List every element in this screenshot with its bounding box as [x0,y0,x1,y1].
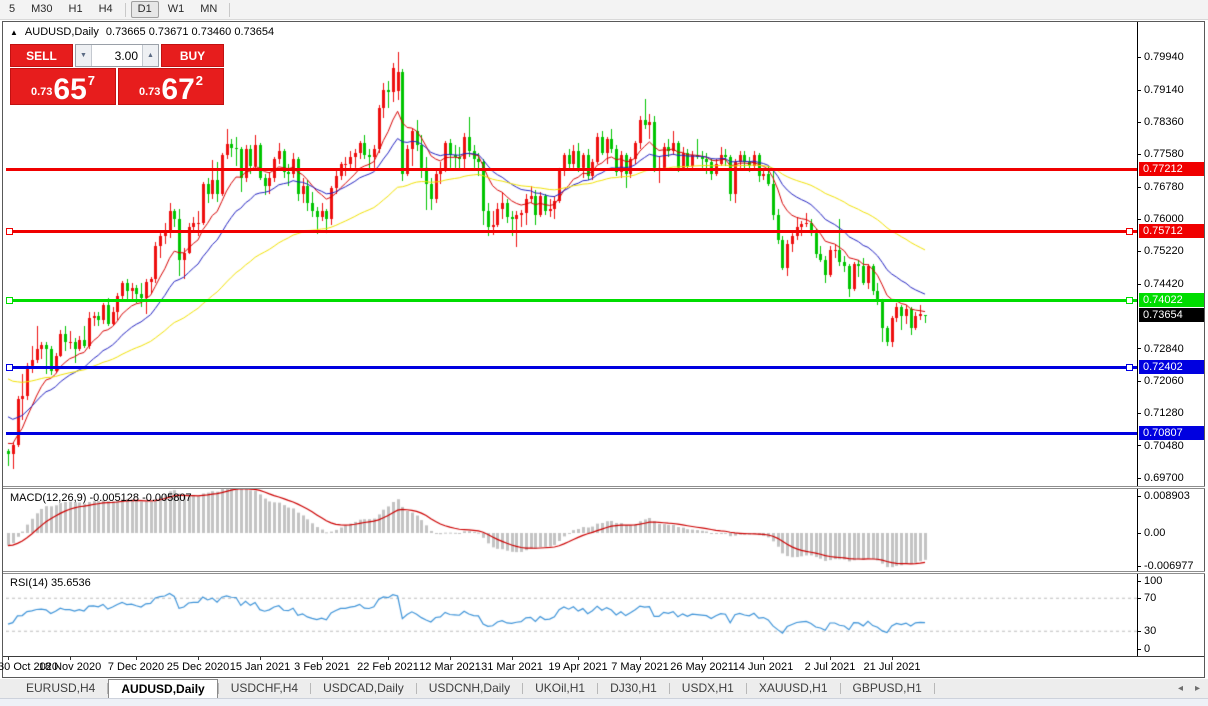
sell-price-tile[interactable]: 0.73 65 7 [10,68,116,105]
buy-price-point: 2 [196,73,203,88]
volume-decrease-button[interactable]: ▼ [76,45,92,66]
tab-usdcnh-daily[interactable]: USDCNH,Daily [417,679,522,698]
tab-audusd-daily[interactable]: AUDUSD,Daily [108,679,217,698]
volume-increase-button[interactable]: ▲ [142,45,158,66]
rsi-indicator-canvas[interactable] [6,574,1137,656]
tab-ukoil-h1[interactable]: UKOil,H1 [523,679,597,698]
timeframe-button-h4[interactable]: H4 [92,1,120,18]
chart-macd-separator[interactable] [3,486,1205,489]
toolbar-divider [125,3,126,17]
status-bar [0,698,1208,706]
buy-price-pips: 67 [161,76,194,103]
buy-button[interactable]: BUY [161,44,224,67]
timeframe-button-mn[interactable]: MN [193,1,224,18]
volume-input[interactable]: 3.00 [92,45,142,66]
one-click-trading-panel: SELL ▼ 3.00 ▲ BUY 0.73 65 7 0.73 67 2 [10,44,224,105]
tab-scroll-arrows: ◂ ▸ [1178,679,1200,698]
tab-scroll-left-icon[interactable]: ◂ [1178,683,1183,694]
time-axis-line [3,656,1205,657]
chevron-down-icon: ▼ [80,52,87,59]
toolbar-divider [229,3,230,17]
tab-usdx-h1[interactable]: USDX,H1 [670,679,746,698]
tab-divider [934,683,935,694]
sell-button[interactable]: SELL [10,44,73,67]
timeframe-toolbar: 5M30H1H4 D1W1MN [0,0,1208,20]
buy-price-tile[interactable]: 0.73 67 2 [118,68,224,105]
window-menu-icon[interactable]: ▲ [10,28,18,37]
chart-tab-bar: EURUSD,H4AUDUSD,DailyUSDCHF,H4USDCAD,Dai… [0,679,1208,698]
timeframe-button-d1[interactable]: D1 [131,1,159,18]
tab-eurusd-h4[interactable]: EURUSD,H4 [14,679,107,698]
tab-gbpusd-h1[interactable]: GBPUSD,H1 [841,679,934,698]
sell-price-point: 7 [88,73,95,88]
tab-usdchf-h4[interactable]: USDCHF,H4 [219,679,310,698]
sell-price-prefix: 0.73 [31,86,52,98]
buy-price-prefix: 0.73 [139,86,160,98]
macd-label: MACD(12,26,9) -0.005128 -0.005807 [10,492,192,504]
tab-usdcad-daily[interactable]: USDCAD,Daily [311,679,416,698]
tab-scroll-right-icon[interactable]: ▸ [1195,683,1200,694]
chart-ohlc-values: 0.73665 0.73671 0.73460 0.73654 [106,26,274,38]
sell-price-pips: 65 [53,76,86,103]
timeframe-button-h1[interactable]: H1 [62,1,90,18]
chart-title: AUDUSD,Daily [25,26,99,38]
chart-symbol-header: ▲ AUDUSD,Daily 0.73665 0.73671 0.73460 0… [10,26,274,38]
rsi-label: RSI(14) 35.6536 [10,577,91,589]
tab-dj30-h1[interactable]: DJ30,H1 [598,679,669,698]
volume-spinner: ▼ 3.00 ▲ [75,44,159,67]
timeframe-button-5[interactable]: 5 [2,1,22,18]
macd-rsi-separator[interactable] [3,571,1205,574]
price-axis-line [1137,22,1138,656]
timeframe-button-m30[interactable]: M30 [24,1,59,18]
tab-xauusd-h1[interactable]: XAUUSD,H1 [747,679,840,698]
timeframe-button-w1[interactable]: W1 [161,1,192,18]
trading-platform-screen: 5M30H1H4D1W1MN 0.799400.791400.783600.77… [0,0,1208,706]
chevron-up-icon: ▲ [147,52,154,59]
